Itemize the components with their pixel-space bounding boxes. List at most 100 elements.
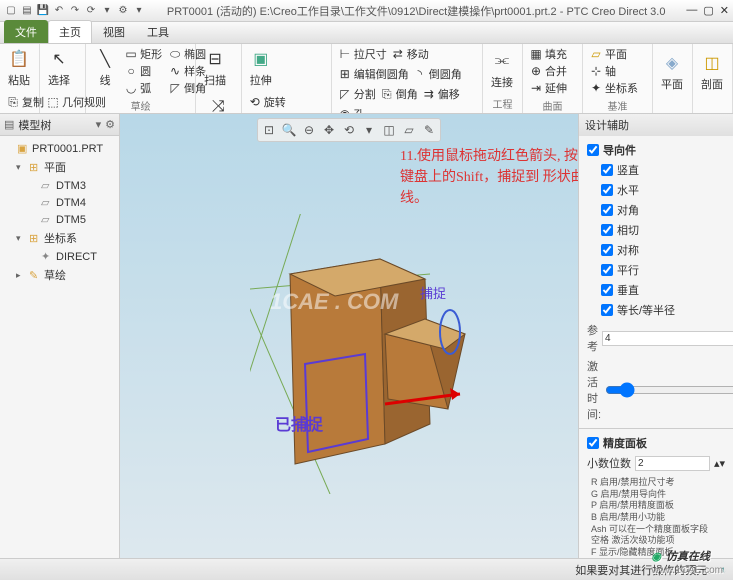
collapse-icon[interactable]: ▾ <box>16 233 26 244</box>
merge-button[interactable]: ⊕合并 <box>529 63 567 79</box>
revolve-button[interactable]: ⟲旋转 <box>248 94 308 110</box>
expand-icon[interactable]: ▸ <box>16 270 26 281</box>
copy-button[interactable]: ⎘复制 <box>6 94 44 110</box>
regen-icon[interactable]: ⟳ <box>84 4 98 18</box>
tree-direct[interactable]: ✦DIRECT <box>4 248 115 265</box>
center-watermark: 1CAE . COM <box>270 289 398 315</box>
move2-button[interactable]: ⇄移动 <box>391 46 429 62</box>
minimize-icon[interactable]: — <box>686 4 697 17</box>
pan-icon[interactable]: ✥ <box>320 121 338 139</box>
annotation-display-icon[interactable]: ✎ <box>420 121 438 139</box>
spinner-icon[interactable]: ▴▾ <box>714 457 725 470</box>
precision-checkbox[interactable]: 精度面板 <box>587 433 725 453</box>
zoom-out-icon[interactable]: ⊖ <box>300 121 318 139</box>
paste-button[interactable]: 📋粘贴 <box>6 46 32 90</box>
open-icon[interactable]: ▤ <box>20 4 34 18</box>
tree-planes[interactable]: ▾⊞平面 <box>4 157 115 177</box>
csys-icon: ✦ <box>589 81 603 95</box>
dropdown-icon[interactable]: ▾ <box>132 4 146 18</box>
line-button[interactable]: ╲线 <box>92 46 118 96</box>
guides-checkbox[interactable]: 导向件 <box>587 140 725 160</box>
chk-tangent[interactable]: 相切 <box>601 220 725 240</box>
rotate-icon[interactable]: ⟲ <box>340 121 358 139</box>
move2-icon: ⇄ <box>391 47 405 61</box>
settings-icon[interactable]: ⚙ <box>116 4 130 18</box>
dim-icon: ⊢ <box>338 47 352 61</box>
rect-button[interactable]: ▭矩形 <box>124 46 162 62</box>
axis-button[interactable]: ⊹轴 <box>589 63 616 79</box>
chamfer2-button[interactable]: ◸分割 <box>338 86 376 102</box>
copy-icon: ⎘ <box>6 95 20 109</box>
undo-icon[interactable]: ↶ <box>52 4 66 18</box>
connect-button[interactable]: ⫘连接 <box>489 48 515 92</box>
tree-settings-icon[interactable]: ⚙ <box>105 118 115 131</box>
tab-view[interactable]: 视图 <box>92 20 136 43</box>
tree-icon[interactable]: ▤ <box>4 118 14 131</box>
chk-horiz[interactable]: 水平 <box>601 180 725 200</box>
tree-dtm4[interactable]: ▱DTM4 <box>4 194 115 211</box>
tree-dtm3[interactable]: ▱DTM3 <box>4 177 115 194</box>
cursor-icon: ↖ <box>48 48 70 70</box>
model-3d[interactable] <box>250 214 480 494</box>
close-win-icon[interactable]: ▾ <box>100 4 114 18</box>
csys-button[interactable]: ✦坐标系 <box>589 80 638 96</box>
section-icon: ◫ <box>701 52 723 74</box>
paste-icon: 📋 <box>8 48 30 70</box>
arc-button[interactable]: ◡弧 <box>124 80 162 96</box>
plane-button[interactable]: ▱平面 <box>589 46 627 62</box>
group-label <box>699 98 726 111</box>
plane2-button[interactable]: ◈平面 <box>659 50 685 94</box>
extend-button[interactable]: ⇥延伸 <box>529 80 567 96</box>
offset-button[interactable]: ⇉偏移 <box>422 86 460 102</box>
fillet-button[interactable]: ◝倒圆角 <box>413 66 462 82</box>
panel-header[interactable]: 设计辅助 <box>579 114 733 136</box>
tree-dtm5[interactable]: ▱DTM5 <box>4 211 115 228</box>
tab-tools[interactable]: 工具 <box>136 20 180 43</box>
ref-input[interactable] <box>602 331 733 346</box>
tree-sketch[interactable]: ▸✎草绘 <box>4 265 115 285</box>
tree-root[interactable]: ▣PRT0001.PRT <box>4 140 115 157</box>
chk-symm[interactable]: 对称 <box>601 240 725 260</box>
display-style-icon[interactable]: ◫ <box>380 121 398 139</box>
circle-button[interactable]: ○圆 <box>124 63 162 79</box>
resize-button[interactable]: ⊢拉尺寸 <box>338 46 387 62</box>
tab-file[interactable]: 文件 <box>4 20 48 43</box>
filter-icon[interactable]: ▾ <box>96 118 102 131</box>
group-select: ↖选择 ⬚几何规则 选择 <box>40 44 86 113</box>
viewport[interactable]: ⊡ 🔍 ⊖ ✥ ⟲ ▾ ◫ ▱ ✎ <box>120 114 578 558</box>
datum-display-icon[interactable]: ▱ <box>400 121 418 139</box>
save-icon[interactable]: 💾 <box>36 4 50 18</box>
tree-csys[interactable]: ▾⊞坐标系 <box>4 228 115 248</box>
activate-slider[interactable] <box>605 380 733 400</box>
window-controls: — ▢ ✕ <box>686 4 729 17</box>
saved-views-icon[interactable]: ▾ <box>360 121 378 139</box>
select-button[interactable]: ↖选择 <box>46 46 72 90</box>
connect-icon: ⫘ <box>491 50 513 72</box>
chk-perp[interactable]: 垂直 <box>601 280 725 300</box>
hole-button[interactable]: ◉孔 <box>338 106 365 114</box>
chk-parallel[interactable]: 平行 <box>601 260 725 280</box>
section-button[interactable]: ◫剖面 <box>699 50 725 94</box>
decimals-input[interactable] <box>635 456 710 471</box>
new-icon[interactable]: ▢ <box>4 4 18 18</box>
circle-icon: ○ <box>124 64 138 78</box>
part-icon: ▣ <box>17 142 29 155</box>
maximize-icon[interactable]: ▢ <box>703 4 713 17</box>
close-icon[interactable]: ✕ <box>720 4 729 17</box>
chk-vert[interactable]: 竖直 <box>601 160 725 180</box>
move-button[interactable]: ⤨移动和旋转 <box>202 94 235 114</box>
pattern-button[interactable]: ⊞编辑倒圆角 <box>338 66 409 82</box>
tab-home[interactable]: 主页 <box>48 20 92 43</box>
extrude-button[interactable]: ▣拉伸 <box>248 46 274 90</box>
redo-icon[interactable]: ↷ <box>68 4 82 18</box>
fill-button[interactable]: ▦填充 <box>529 46 567 62</box>
chk-equal[interactable]: 等长/等半径 <box>601 300 725 320</box>
collapse-icon[interactable]: ▾ <box>16 162 26 173</box>
plane2-icon: ◈ <box>661 52 683 74</box>
group-section: ◫剖面 <box>693 44 733 113</box>
copy2-button[interactable]: ⎘倒角 <box>380 86 418 102</box>
trim-button[interactable]: ⊟扫描 <box>202 46 228 90</box>
refit-icon[interactable]: ⊡ <box>260 121 278 139</box>
zoom-in-icon[interactable]: 🔍 <box>280 121 298 139</box>
chk-diag[interactable]: 对角 <box>601 200 725 220</box>
